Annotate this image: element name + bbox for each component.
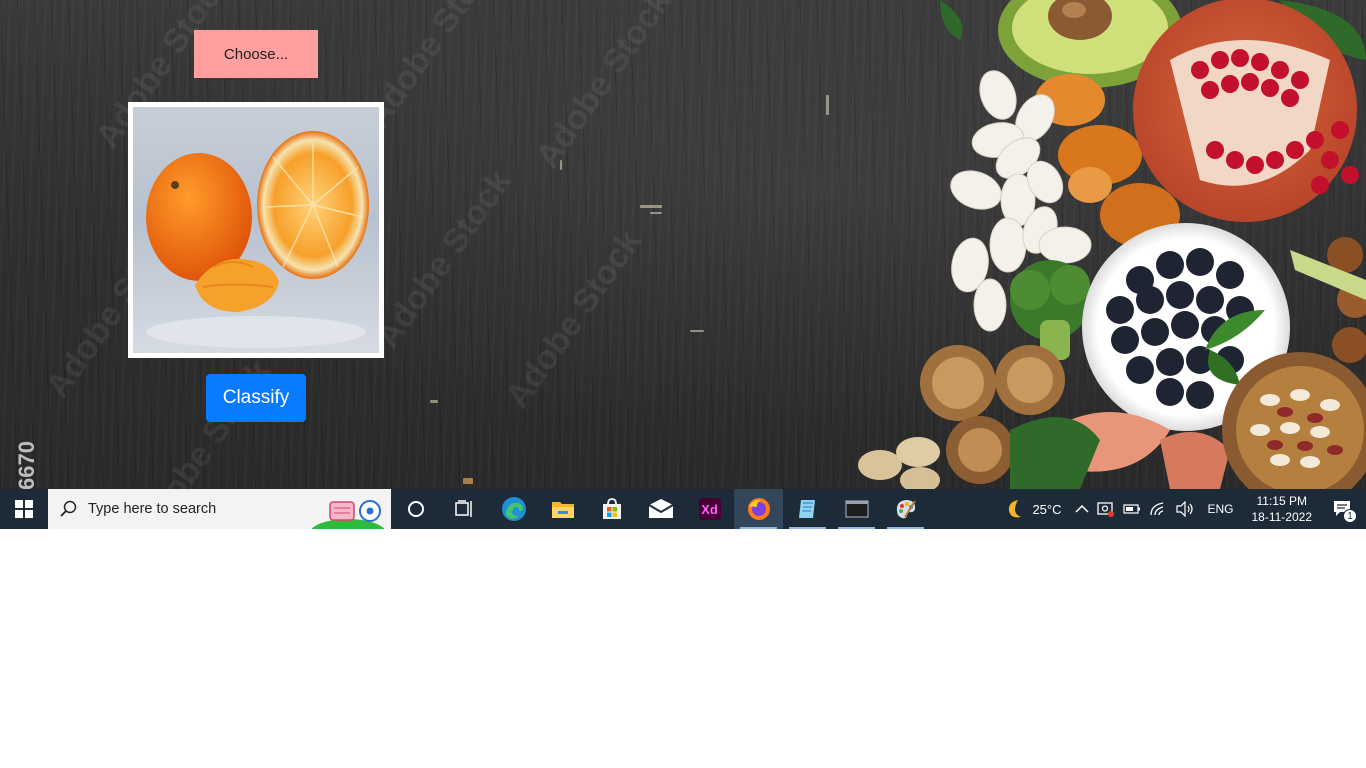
edge-taskbar-button[interactable]	[489, 489, 538, 529]
system-tray: 25°C ENG 11:15 PM 18-11-2022 1	[1000, 489, 1366, 529]
firefox-button[interactable]	[734, 489, 783, 529]
wood-scratch	[430, 400, 438, 403]
desktop-screen: Adobe Stock Adobe Stock Adobe Stock Adob…	[0, 0, 1366, 529]
language-indicator[interactable]: ENG	[1199, 489, 1241, 529]
windows-logo-icon	[15, 500, 33, 518]
store-button[interactable]	[587, 489, 636, 529]
cortana-button[interactable]	[391, 489, 440, 529]
xd-icon: Xd	[698, 498, 721, 520]
mail-button[interactable]	[636, 489, 685, 529]
weather-temperature: 25°C	[1032, 501, 1062, 517]
speaker-icon	[1176, 501, 1194, 517]
weather-widget[interactable]: 25°C	[1000, 489, 1071, 529]
clock-date: 18-11-2022	[1251, 510, 1313, 524]
notification-center-button[interactable]: 1	[1322, 489, 1366, 529]
paint-button[interactable]	[881, 489, 930, 529]
battery-icon	[1123, 504, 1141, 514]
chevron-up-icon	[1075, 504, 1090, 513]
folder-icon	[551, 502, 574, 518]
notepad-icon	[798, 500, 815, 518]
watermark: Adobe Stock	[498, 223, 649, 416]
task-view-icon	[454, 500, 472, 517]
volume-control[interactable]	[1171, 489, 1199, 529]
notepad-button[interactable]	[783, 489, 832, 529]
network-status[interactable]	[1145, 489, 1171, 529]
adobe-xd-button[interactable]: Xd	[685, 489, 734, 529]
watermark: Adobe Stock	[368, 163, 519, 356]
terminal-button[interactable]	[832, 489, 881, 529]
running-indicator	[789, 527, 826, 529]
search-icon	[60, 500, 77, 517]
search-placeholder: Type here to search	[88, 501, 217, 517]
wifi-icon	[1150, 502, 1164, 516]
search-highlight-icon	[311, 500, 385, 529]
side-number: 6670	[14, 441, 39, 490]
show-hidden-icons[interactable]	[1071, 489, 1093, 529]
running-indicator	[838, 527, 875, 529]
meet-now-icon-button[interactable]	[1093, 489, 1119, 529]
active-indicator	[740, 527, 777, 529]
taskbar-search[interactable]: Type here to search	[48, 489, 391, 529]
moon-icon	[1009, 500, 1022, 518]
food-decoration	[858, 0, 1366, 489]
start-button[interactable]	[0, 489, 48, 529]
camera-alert-icon	[1097, 502, 1115, 517]
wood-scratch	[463, 478, 473, 484]
edge-icon	[501, 497, 526, 521]
battery-status[interactable]	[1119, 489, 1145, 529]
language-label: ENG	[1207, 502, 1234, 516]
wood-scratch	[650, 212, 662, 214]
orange-image	[146, 131, 369, 348]
watermark: Adobe Stock	[528, 0, 679, 176]
image-preview	[128, 102, 384, 358]
file-explorer-button[interactable]	[538, 489, 587, 529]
mail-icon	[647, 499, 674, 518]
clock[interactable]: 11:15 PM 18-11-2022	[1242, 493, 1323, 525]
wood-scratch	[640, 205, 662, 208]
classify-button[interactable]: Classify	[206, 374, 306, 422]
orange-fruit-photo	[133, 107, 379, 353]
circle-icon	[407, 501, 424, 517]
clock-time: 11:15 PM	[1256, 494, 1307, 508]
store-icon	[602, 498, 621, 519]
firefox-icon	[747, 498, 770, 520]
notification-count-badge: 1	[1343, 509, 1357, 523]
wood-scratch	[826, 95, 829, 115]
wood-scratch	[690, 330, 704, 332]
task-view-button[interactable]	[440, 489, 489, 529]
xd-label: Xd	[701, 501, 718, 517]
running-indicator	[887, 527, 924, 529]
taskbar: Type here to search Xd 25°C ENG 11:15 PM…	[0, 489, 1366, 529]
terminal-icon	[844, 500, 869, 518]
choose-file-button[interactable]: Choose...	[194, 30, 318, 78]
paint-icon	[896, 500, 916, 519]
